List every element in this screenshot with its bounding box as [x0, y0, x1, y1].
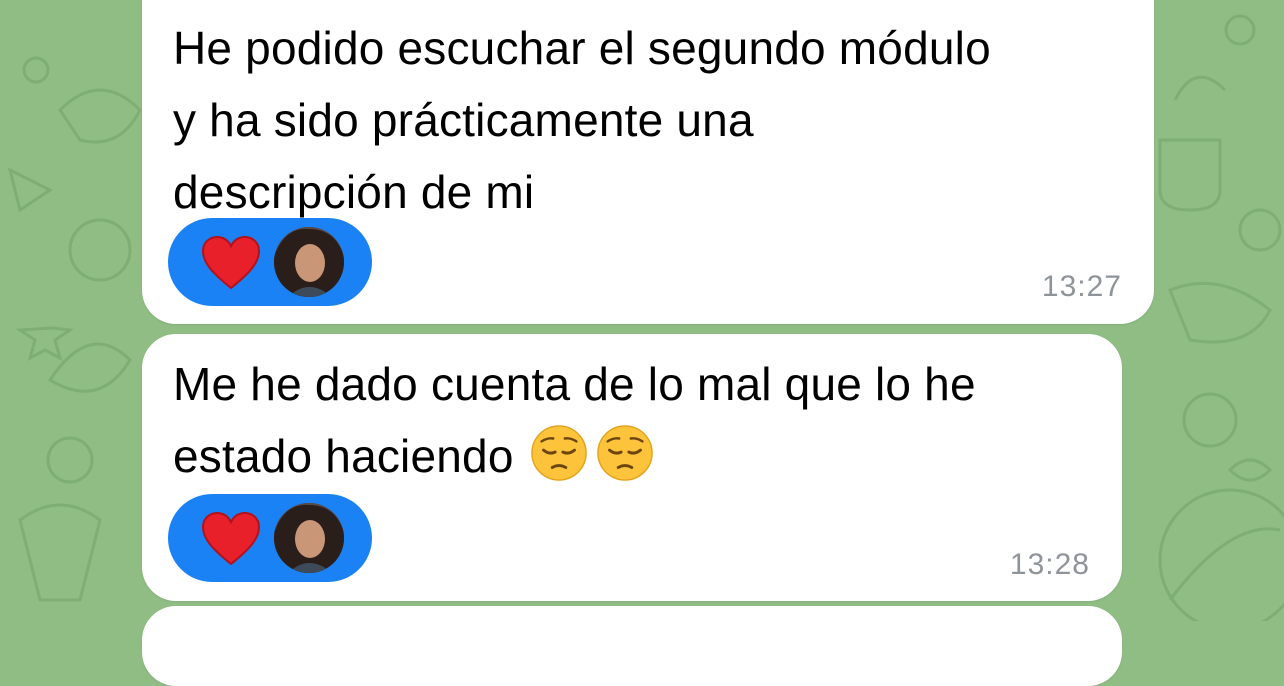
message-timestamp: 13:27: [1041, 270, 1122, 303]
user-avatar[interactable]: [274, 503, 344, 573]
reaction-pill[interactable]: [168, 218, 372, 306]
message-bubble[interactable]: Me he dado cuenta de lo mal que lo he es…: [142, 334, 1122, 601]
pensive-face-icon: [596, 425, 653, 481]
message-text: He podido escuchar el segundo módulo y h…: [173, 12, 991, 228]
heart-icon: [201, 236, 261, 290]
reaction-pill[interactable]: [168, 494, 372, 582]
message-line: estado haciendo: [173, 430, 514, 482]
message-timestamp: 13:28: [1009, 548, 1090, 581]
pensive-face-icon: [530, 425, 587, 481]
message-bubble[interactable]: [142, 606, 1122, 686]
heart-icon: [201, 512, 261, 566]
message-text: Me he dado cuenta de lo mal que lo he es…: [173, 348, 976, 492]
message-bubble[interactable]: He podido escuchar el segundo módulo y h…: [142, 0, 1154, 324]
user-avatar[interactable]: [274, 227, 344, 297]
message-line: Me he dado cuenta de lo mal que lo he: [173, 358, 976, 410]
message-line: He podido escuchar el segundo módulo: [173, 22, 991, 74]
message-line: y ha sido prácticamente una: [173, 94, 754, 146]
